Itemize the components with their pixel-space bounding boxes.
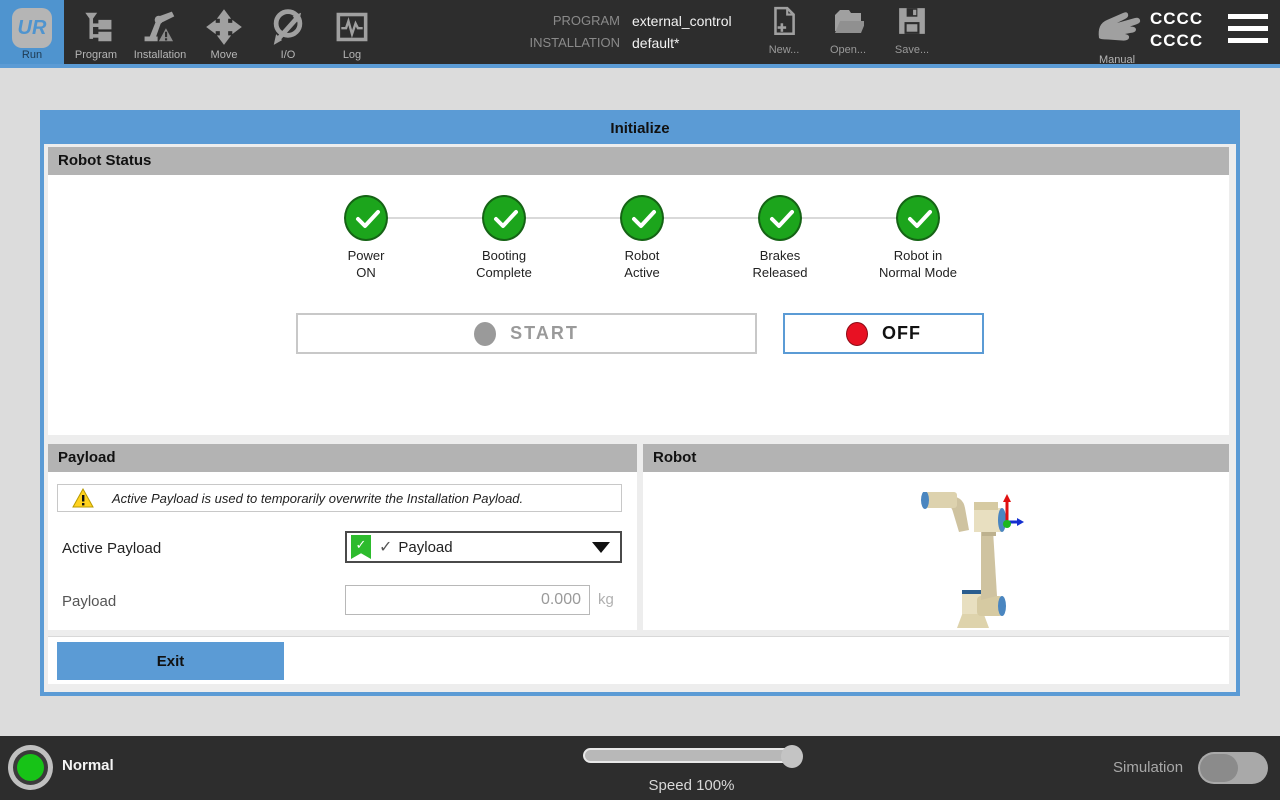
off-button-label: OFF (882, 323, 921, 344)
active-payload-dropdown-value: Payload (398, 539, 592, 556)
clock-text: CCCC CCCC (1150, 8, 1216, 52)
status-label-normal-mode: Robot in Normal Mode (848, 247, 988, 281)
hamburger-menu-icon[interactable] (1228, 14, 1268, 50)
new-button[interactable]: New... (752, 6, 816, 43)
open-button[interactable]: Open... (816, 6, 880, 41)
payload-bookmark-icon: ✓ (351, 535, 371, 559)
tab-io-label: I/O (256, 49, 320, 61)
active-payload-dropdown[interactable]: ✓ ✓ Payload (345, 531, 622, 563)
status-label-booting-complete: Booting Complete (434, 247, 574, 281)
monitor-heartbeat-icon (333, 8, 371, 46)
top-toolbar: UR Run Program (0, 0, 1280, 64)
new-button-label: New... (752, 44, 816, 56)
simulation-label: Simulation (1113, 759, 1183, 776)
speed-slider-knob[interactable] (781, 745, 803, 768)
dialog-title: Initialize (44, 114, 1236, 144)
dropdown-check-icon: ✓ (379, 537, 392, 557)
new-file-icon (769, 6, 799, 38)
open-button-label: Open... (816, 44, 880, 56)
status-label-power-on: Power ON (296, 247, 436, 281)
tab-log[interactable]: Log (320, 0, 384, 64)
clock-line-2: CCCC (1150, 30, 1216, 52)
clock-line-1: CCCC (1150, 8, 1216, 30)
status-check-normal-mode-icon (896, 195, 940, 241)
start-status-dot-icon (474, 322, 496, 346)
robot-panel-header: Robot (643, 444, 1229, 472)
polyscope-screen: UR Run Program (0, 0, 1280, 800)
tab-log-label: Log (320, 49, 384, 61)
active-payload-label: Active Payload (62, 540, 161, 557)
status-check-power-on-icon (344, 195, 388, 241)
circular-arrows-icon (269, 8, 307, 46)
status-label-robot-active: Robot Active (572, 247, 712, 281)
tab-run-label: Run (0, 49, 64, 61)
speed-label: Speed 100% (583, 777, 800, 794)
status-label-brakes-released: Brakes Released (710, 247, 850, 281)
tab-installation-label: Installation (128, 49, 192, 61)
warning-triangle-icon (72, 488, 94, 508)
tab-io[interactable]: I/O (256, 0, 320, 64)
program-tree-icon (77, 8, 115, 46)
start-button[interactable]: START (296, 313, 757, 354)
status-light-core (17, 754, 44, 781)
tab-program-label: Program (64, 49, 128, 61)
simulation-toggle[interactable] (1198, 752, 1268, 784)
save-button[interactable]: Save... (880, 6, 944, 41)
speed-slider[interactable] (583, 748, 800, 763)
installation-value: default* (632, 32, 679, 54)
manual-hand-icon (1093, 4, 1141, 48)
safety-status-text: Normal (62, 757, 114, 774)
program-key: PROGRAM (470, 10, 620, 32)
dialog-footer: Exit (48, 636, 1229, 684)
tab-installation[interactable]: Installation (128, 0, 192, 64)
status-check-brakes-released-icon (758, 195, 802, 241)
safety-status-light-icon[interactable] (8, 745, 53, 790)
dropdown-arrow-icon (592, 542, 610, 553)
installation-key: INSTALLATION (470, 32, 620, 54)
payload-header: Payload (48, 444, 637, 472)
save-floppy-icon (897, 6, 927, 36)
exit-button[interactable]: Exit (57, 642, 284, 680)
program-value: external_control (632, 10, 732, 32)
robot-3d-view (889, 492, 1024, 630)
payload-note-text: Active Payload is used to temporarily ov… (112, 491, 523, 506)
tab-program[interactable]: Program (64, 0, 128, 64)
open-folder-icon (832, 6, 864, 36)
robot-status-header: Robot Status (48, 147, 1229, 175)
payload-note-box: Active Payload is used to temporarily ov… (57, 484, 622, 512)
off-status-dot-icon (846, 322, 868, 346)
tab-move-label: Move (192, 49, 256, 61)
tab-move[interactable]: Move (192, 0, 256, 64)
topbar-accent-line (0, 64, 1280, 68)
start-button-label: START (510, 323, 579, 344)
bottom-status-bar: Normal Speed 100% Simulation (0, 736, 1280, 800)
manual-mode-button[interactable]: Manual (1088, 4, 1146, 53)
program-installation-info: PROGRAM external_control INSTALLATION de… (470, 10, 732, 54)
payload-field-label: Payload (62, 593, 116, 610)
simulation-toggle-knob (1200, 754, 1238, 782)
tab-run[interactable]: UR Run (0, 0, 64, 64)
initialize-dialog: Initialize Robot Status Power ON Booting… (40, 110, 1240, 696)
status-check-robot-active-icon (620, 195, 664, 241)
payload-unit-label: kg (598, 591, 614, 608)
payload-value-input[interactable] (345, 585, 590, 615)
robot-arm-wrench-icon (141, 8, 179, 46)
status-check-booting-complete-icon (482, 195, 526, 241)
ur-logo-icon: UR (12, 8, 52, 48)
four-arrows-icon (205, 8, 243, 46)
off-button[interactable]: OFF (783, 313, 984, 354)
save-button-label: Save... (880, 44, 944, 56)
